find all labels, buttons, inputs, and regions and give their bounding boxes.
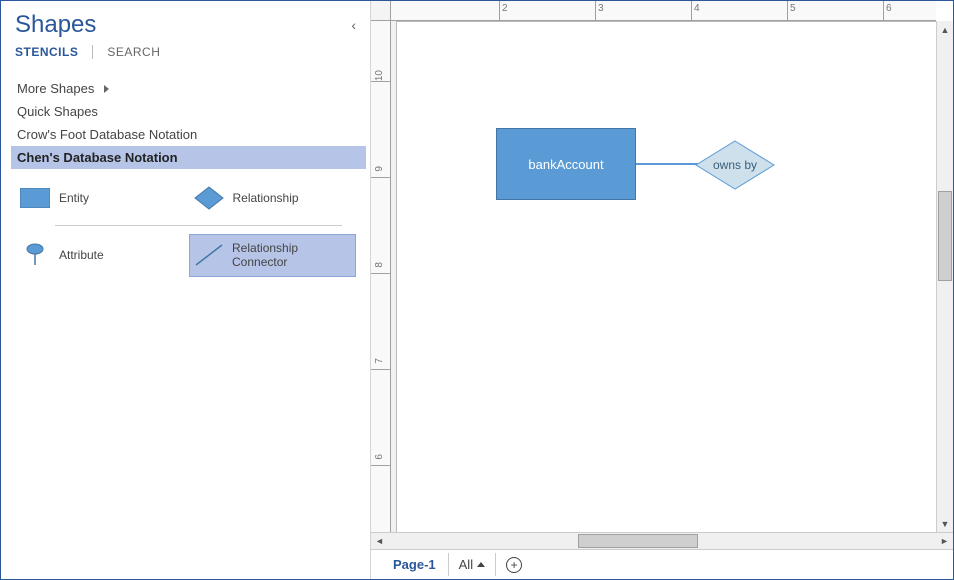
chevron-left-icon: ‹	[351, 17, 356, 33]
plus-circle-icon: +	[506, 557, 522, 573]
ruler-label: 8	[374, 262, 385, 268]
all-label: All	[459, 557, 473, 572]
stencil-crows-foot[interactable]: Crow's Foot Database Notation	[11, 123, 366, 146]
shape-palette: Entity Relationship Attribute	[1, 169, 370, 287]
entity-shape-bankaccount[interactable]: bankAccount	[496, 128, 636, 200]
palette-relationship[interactable]: Relationship	[189, 179, 357, 217]
ruler-label: 7	[374, 358, 385, 364]
all-pages-button[interactable]: All	[449, 553, 496, 576]
ruler-label: 2	[502, 3, 508, 14]
palette-divider	[55, 225, 342, 226]
palette-relationship-connector[interactable]: Relationship Connector	[189, 234, 357, 277]
horizontal-scroll-track[interactable]	[388, 533, 936, 549]
connector-line[interactable]	[636, 163, 698, 165]
palette-label: Entity	[59, 191, 89, 205]
palette-label: Relationship Connector	[232, 241, 351, 270]
scroll-right-button[interactable]: ►	[936, 533, 953, 549]
tab-stencils[interactable]: STENCILS	[15, 43, 78, 61]
page-tabs-bar: Page-1 All +	[371, 549, 953, 579]
stencil-list: More Shapes Quick Shapes Crow's Foot Dat…	[1, 67, 370, 169]
scroll-down-button[interactable]: ▼	[937, 515, 953, 532]
palette-label: Attribute	[59, 248, 104, 262]
shapes-panel: Shapes ‹ STENCILS SEARCH More Shapes Qui…	[1, 1, 371, 579]
entity-icon	[19, 185, 51, 211]
stencil-label: More Shapes	[17, 81, 94, 96]
vertical-ruler: 10 9 8 7 6	[371, 21, 391, 532]
shapes-title: Shapes	[15, 11, 96, 39]
scroll-left-button[interactable]: ◄	[371, 533, 388, 549]
vertical-scroll-thumb[interactable]	[938, 191, 952, 281]
shapes-tabs: STENCILS SEARCH	[1, 43, 370, 67]
stencil-label: Quick Shapes	[17, 104, 98, 119]
tab-separator	[92, 45, 93, 59]
stencil-quick-shapes[interactable]: Quick Shapes	[11, 100, 366, 123]
page-tab-1[interactable]: Page-1	[381, 553, 449, 576]
caret-right-icon	[104, 85, 109, 93]
horizontal-scrollbar[interactable]: ◄ ►	[371, 532, 953, 549]
stencil-label: Crow's Foot Database Notation	[17, 127, 197, 142]
canvas-area: 2 3 4 5 6 10 9 8 7 6 bankAccount	[371, 1, 953, 579]
relationship-shape-ownsby[interactable]: owns by	[695, 140, 775, 190]
stencil-chen[interactable]: Chen's Database Notation	[11, 146, 366, 169]
horizontal-scroll-thumb[interactable]	[578, 534, 698, 548]
relationship-connector-icon	[194, 242, 225, 268]
stencil-more-shapes[interactable]: More Shapes	[11, 77, 366, 100]
ruler-label: 9	[374, 166, 385, 172]
horizontal-ruler: 2 3 4 5 6	[391, 1, 936, 21]
shapes-panel-header: Shapes ‹	[1, 1, 370, 43]
stencil-label: Chen's Database Notation	[17, 150, 178, 165]
collapse-panel-button[interactable]: ‹	[351, 17, 356, 33]
relationship-icon	[193, 185, 225, 211]
drawing-page[interactable]: bankAccount owns by	[396, 21, 936, 532]
vertical-scrollbar[interactable]: ▲ ▼	[936, 21, 953, 532]
ruler-label: 3	[598, 3, 604, 14]
add-page-button[interactable]: +	[496, 555, 532, 575]
ruler-corner	[371, 1, 391, 21]
entity-text: bankAccount	[528, 157, 603, 172]
ruler-label: 10	[374, 70, 385, 81]
palette-attribute[interactable]: Attribute	[15, 234, 183, 277]
attribute-icon	[19, 242, 51, 268]
tab-search[interactable]: SEARCH	[107, 43, 160, 61]
ruler-label: 6	[886, 3, 892, 14]
ruler-label: 5	[790, 3, 796, 14]
scroll-up-button[interactable]: ▲	[937, 21, 953, 38]
ruler-label: 4	[694, 3, 700, 14]
drawing-canvas[interactable]: bankAccount owns by	[391, 21, 936, 532]
relationship-text: owns by	[713, 158, 757, 172]
app-frame: Shapes ‹ STENCILS SEARCH More Shapes Qui…	[0, 0, 954, 580]
palette-label: Relationship	[233, 191, 299, 205]
caret-up-icon	[477, 562, 485, 567]
palette-entity[interactable]: Entity	[15, 179, 183, 217]
ruler-label: 6	[374, 454, 385, 460]
